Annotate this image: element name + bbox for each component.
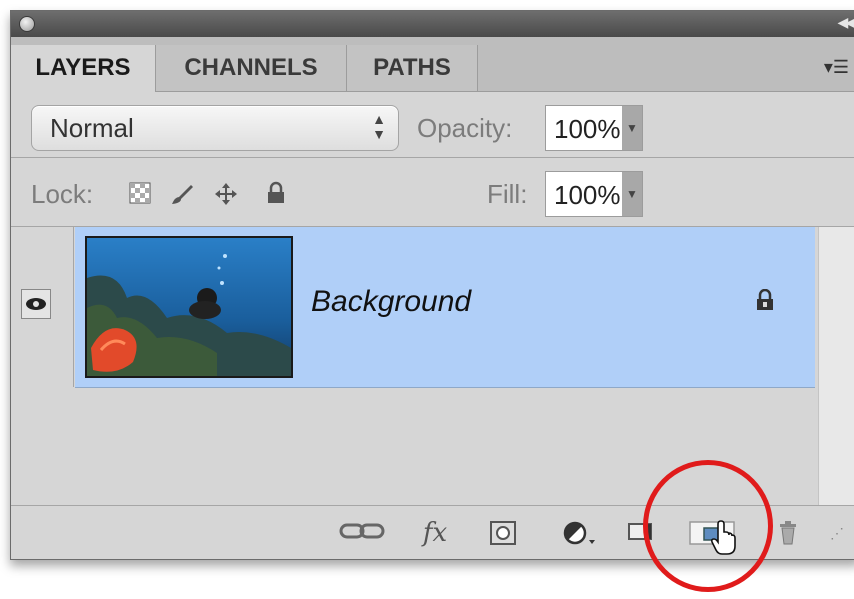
fill-field[interactable]: 100% ▼ — [545, 171, 643, 217]
trash-icon[interactable] — [773, 520, 803, 546]
eye-icon[interactable] — [21, 289, 51, 319]
adjustment-layer-icon[interactable] — [559, 520, 599, 546]
lock-image-pixels-icon[interactable] — [169, 181, 195, 207]
layer-lock-icon — [755, 288, 775, 317]
add-mask-icon[interactable] — [487, 520, 519, 546]
layer-thumbnail — [85, 236, 293, 378]
lock-label: Lock: — [31, 179, 94, 209]
tab-channels[interactable]: CHANNELS — [156, 45, 347, 91]
layer-row-background[interactable]: Background — [75, 227, 815, 388]
opacity-dropdown-icon[interactable]: ▼ — [622, 106, 642, 150]
blend-mode-value: Normal — [50, 113, 134, 143]
fill-label: Fill: — [487, 179, 528, 209]
scrollbar[interactable] — [818, 227, 854, 505]
fx-icon[interactable]: fx — [415, 520, 455, 546]
opacity-value: 100% — [554, 114, 621, 144]
close-panel-button[interactable] — [19, 16, 35, 32]
panel-menu-icon[interactable]: ▾☰ — [824, 57, 849, 78]
layer-name[interactable]: Background — [311, 285, 471, 319]
tab-bar: LAYERS CHANNELS PATHS ▾☰ — [11, 37, 854, 92]
blend-row: Normal ▲ ▼ Opacity: 100% ▼ — [11, 91, 854, 157]
fill-dropdown-icon[interactable]: ▼ — [622, 172, 642, 216]
tab-layers[interactable]: LAYERS — [11, 45, 156, 92]
lock-all-icon[interactable] — [263, 181, 289, 207]
tab-paths[interactable]: PATHS — [347, 45, 478, 91]
lock-position-icon[interactable] — [213, 181, 239, 207]
opacity-field[interactable]: 100% ▼ — [545, 105, 643, 151]
collapse-icon[interactable]: ◀◀ — [837, 14, 854, 31]
highlight-circle — [643, 460, 773, 592]
link-layers-icon[interactable] — [337, 520, 387, 546]
visibility-column — [11, 227, 74, 387]
resize-grip-icon[interactable]: ⋰ — [827, 520, 847, 546]
select-arrows-icon: ▲ ▼ — [372, 111, 386, 142]
divider — [11, 157, 854, 158]
panel-titlebar: ◀◀ — [11, 11, 854, 37]
fill-value: 100% — [554, 180, 621, 210]
opacity-label: Opacity: — [417, 113, 513, 143]
lock-transparent-pixels-icon[interactable] — [127, 181, 153, 207]
blend-mode-select[interactable]: Normal ▲ ▼ — [31, 105, 399, 151]
